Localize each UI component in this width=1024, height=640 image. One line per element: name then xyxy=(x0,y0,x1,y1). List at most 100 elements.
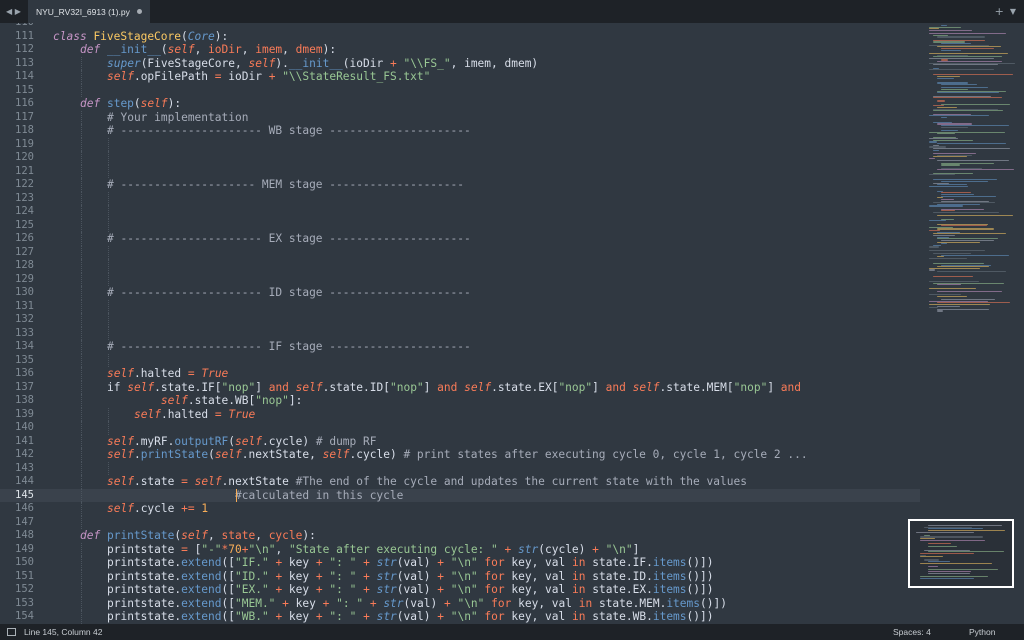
code-line[interactable]: 122 # -------------------- MEM stage ----… xyxy=(0,178,920,192)
code-token: printState xyxy=(140,448,209,461)
code-token: "IF." xyxy=(235,556,269,569)
code-token: ": " xyxy=(329,583,357,596)
code-line[interactable]: 137 if self.state.IF["nop"] and self.stat… xyxy=(0,380,920,394)
code-token: Core xyxy=(187,29,215,43)
code-line[interactable]: 144 self.state = self.nextState #The end … xyxy=(0,475,920,489)
code-text: self.state.WB["nop"]: xyxy=(107,394,302,408)
minimap-line xyxy=(937,295,967,297)
file-tab[interactable]: NYU_RV32I_6913 (1).py xyxy=(28,0,150,23)
code-line[interactable]: 111 class FiveStageCore(Core): xyxy=(0,30,920,44)
code-line[interactable]: 142 self.printState(self.nextState, self.… xyxy=(0,448,920,462)
code-editor[interactable]: 110111class FiveStageCore(Core):112def _… xyxy=(0,23,1024,624)
code-line[interactable]: 136 self.halted = True xyxy=(0,367,920,381)
code-token: (FiveStageCore, xyxy=(140,56,249,70)
code-line[interactable]: 120 xyxy=(0,151,920,165)
minimap-viewport[interactable] xyxy=(908,519,1014,588)
code-line[interactable]: 152 printstate.extend(["EX." + key + ": "… xyxy=(0,583,920,597)
code-line[interactable]: 135 xyxy=(0,353,920,367)
code-token: str xyxy=(518,542,539,556)
code-token: #The end of the cycle and updates the cu… xyxy=(295,475,747,488)
code-line[interactable]: 118 # --------------------- WB stage ----… xyxy=(0,124,920,138)
new-tab-plus-icon[interactable]: + xyxy=(995,5,1004,18)
code-line[interactable]: 145 #calculated in this cycle xyxy=(0,488,920,502)
code-line[interactable]: 116 def step(self): xyxy=(0,97,920,111)
code-token: extend xyxy=(181,596,222,610)
code-token: ([ xyxy=(221,556,235,569)
code-line[interactable]: 132 xyxy=(0,313,920,327)
code-line[interactable]: 121 xyxy=(0,164,920,178)
code-line[interactable]: 139 self.halted = True xyxy=(0,407,920,421)
code-line[interactable]: 130 # --------------------- ID stage ----… xyxy=(0,286,920,300)
code-line[interactable]: 117 # Your implementation xyxy=(0,110,920,124)
panel-toggle-icon[interactable] xyxy=(7,628,16,636)
code-line[interactable]: 150 printstate.extend(["IF." + key + ": "… xyxy=(0,556,920,570)
minimap-line xyxy=(933,110,1003,112)
indent-guide xyxy=(81,353,82,367)
code-line[interactable]: 141 self.myRF.outputRF(self.cycle) # dump… xyxy=(0,434,920,448)
code-line[interactable]: 127 xyxy=(0,245,920,259)
tab-menu-chevron-icon[interactable]: ▼ xyxy=(1010,7,1016,16)
code-token: self xyxy=(322,448,350,461)
tab-nav-arrows-icon[interactable]: ◀ ▶ xyxy=(6,0,26,23)
indent-guide xyxy=(108,259,109,273)
code-token: def xyxy=(80,529,101,542)
code-line[interactable]: 143 xyxy=(0,461,920,475)
code-line[interactable]: 138 self.state.WB["nop"]: xyxy=(0,394,920,408)
code-line[interactable]: 128 xyxy=(0,259,920,273)
code-line[interactable]: 123 xyxy=(0,191,920,205)
line-number: 116 xyxy=(15,97,34,109)
code-line[interactable]: 147 xyxy=(0,515,920,529)
code-token: for xyxy=(484,610,505,623)
indentation-setting[interactable]: Spaces: 4 xyxy=(893,627,931,637)
code-token: ] xyxy=(632,542,640,556)
code-token: printstate. xyxy=(107,583,182,596)
code-line[interactable]: 146 self.cycle += 1 xyxy=(0,502,920,516)
code-text: def __init__(self, ioDir, imem, dmem): xyxy=(80,43,336,57)
code-line[interactable]: 126 # --------------------- EX stage ----… xyxy=(0,232,920,246)
code-text: # --------------------- WB stage -------… xyxy=(107,124,471,138)
minimap-line xyxy=(937,215,1013,217)
code-token: ): xyxy=(167,97,182,110)
code-line[interactable]: 134 # --------------------- IF stage ----… xyxy=(0,340,920,354)
code-text: printstate = ["-"*70+"\n", "State after … xyxy=(107,543,639,557)
minimap-line xyxy=(928,543,951,545)
minimap-line xyxy=(920,539,985,541)
code-line[interactable]: 129 xyxy=(0,272,920,286)
minimap-line xyxy=(928,572,970,574)
minimap-line xyxy=(941,130,958,132)
line-number: 115 xyxy=(15,83,34,96)
code-line[interactable]: 148 def printState(self, state, cycle): xyxy=(0,529,920,543)
code-token: ( xyxy=(160,43,168,56)
code-line[interactable]: 154 printstate.extend(["WB." + key + ": "… xyxy=(0,610,920,624)
code-line[interactable]: 140 xyxy=(0,421,920,435)
unsaved-dot-icon[interactable] xyxy=(137,9,142,14)
code-line[interactable]: 149 printstate = ["-"*70+"\n", "State aft… xyxy=(0,542,920,557)
code-line[interactable]: 151 printstate.extend(["ID." + key + ": "… xyxy=(0,569,920,583)
line-number: 149 xyxy=(15,542,34,555)
code-line[interactable]: 124 xyxy=(0,205,920,219)
code-line[interactable]: 131 xyxy=(0,299,920,313)
code-line[interactable]: 125 xyxy=(0,218,920,232)
code-token: ] xyxy=(423,380,438,394)
minimap-line xyxy=(920,577,974,579)
code-line[interactable]: 115 xyxy=(0,83,920,97)
minimap-line xyxy=(937,143,1006,145)
minimap-line xyxy=(937,271,1006,273)
indent-guide xyxy=(81,488,82,502)
text-cursor xyxy=(236,488,238,502)
code-line[interactable]: 114 self.opFilePath = ioDir + "\\StateRes… xyxy=(0,70,920,84)
code-line[interactable]: 133 xyxy=(0,326,920,340)
code-line[interactable]: 119 xyxy=(0,137,920,151)
syntax-selector[interactable]: Python xyxy=(969,627,995,637)
code-token: self xyxy=(107,475,134,488)
line-number: 150 xyxy=(15,556,34,568)
code-token: # print states after executing cycle 0, … xyxy=(403,448,808,461)
code-text: # --------------------- IF stage -------… xyxy=(107,340,471,354)
code-token: ] xyxy=(592,380,606,394)
code-line[interactable]: 113 super(FiveStageCore, self).__init__(i… xyxy=(0,56,920,70)
code-line[interactable]: 112 def __init__(self, ioDir, imem, dmem)… xyxy=(0,43,920,57)
code-token: # --------------------- ID stage -------… xyxy=(107,286,471,299)
code-line[interactable]: 153 printstate.extend(["MEM." + key + ": … xyxy=(0,596,920,610)
